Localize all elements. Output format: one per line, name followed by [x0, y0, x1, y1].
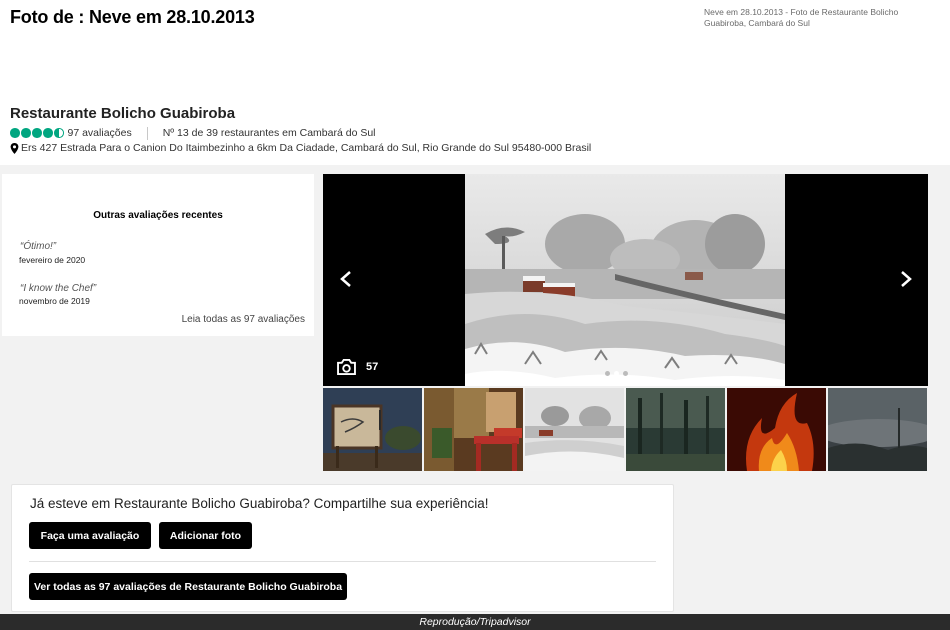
image-credit: Reprodução/Tripadvisor [0, 614, 950, 630]
rating-bubble-icon [21, 128, 31, 138]
share-heading: Já esteve em Restaurante Bolicho Guabiro… [30, 496, 489, 511]
write-review-button[interactable]: Faça uma avaliação [29, 522, 151, 549]
thumbnail-snow[interactable] [525, 388, 624, 471]
separator [146, 126, 148, 140]
rating-bubble-icon [32, 128, 42, 138]
thumbnail-strip [323, 388, 928, 471]
thumbnail-sign[interactable] [323, 388, 422, 471]
page-title: Foto de : Neve em 28.10.2013 [10, 7, 255, 27]
rating-bubbles [10, 128, 64, 138]
review-date: fevereiro de 2020 [19, 255, 86, 265]
rating-bubble-icon [10, 128, 20, 138]
review-date: novembro de 2019 [19, 296, 90, 306]
restaurant-name[interactable]: Restaurante Bolicho Guabiroba [10, 105, 235, 122]
see-all-reviews-button[interactable]: Ver todas as 97 avaliações de Restaurant… [29, 573, 347, 600]
carousel-dot-active[interactable] [614, 371, 619, 376]
photo-viewer: 57 [323, 174, 928, 386]
carousel-dot[interactable] [623, 371, 628, 376]
thumbnail-mist[interactable] [828, 388, 927, 471]
review-quote[interactable]: “Ótimo!” [20, 241, 56, 252]
rating-bubble-icon [43, 128, 53, 138]
add-photo-button[interactable]: Adicionar foto [159, 522, 252, 549]
main-photo[interactable] [465, 174, 785, 386]
read-all-reviews-link[interactable]: Leia todas as 97 avaliações [182, 314, 305, 325]
recent-reviews-heading: Outras avaliações recentes [93, 210, 223, 221]
thumbnail-fire[interactable] [727, 388, 826, 471]
share-experience-card: Já esteve em Restaurante Bolicho Guabiro… [11, 484, 674, 612]
photo-caption: Neve em 28.10.2013 - Foto de Restaurante… [704, 7, 899, 28]
chevron-left-icon[interactable] [339, 270, 353, 288]
rating-bubble-half-icon [54, 128, 64, 138]
review-quote[interactable]: “I know the Chef” [20, 283, 96, 294]
reviews-count-link[interactable]: 97 avaliações [68, 127, 132, 139]
map-pin-icon [10, 142, 19, 154]
photo-count-value: 57 [366, 361, 379, 373]
camera-icon [337, 359, 356, 375]
photo-count[interactable]: 57 [336, 359, 378, 375]
thumbnail-interior[interactable] [424, 388, 523, 471]
carousel-dots [605, 371, 628, 376]
carousel-dot[interactable] [605, 371, 610, 376]
address-row: Ers 427 Estrada Para o Canion Do Itaimbe… [10, 142, 591, 154]
rating-row: 97 avaliações Nº 13 de 39 restaurantes e… [10, 126, 376, 140]
header-area: Foto de : Neve em 28.10.2013 Neve em 28.… [0, 0, 950, 165]
divider [29, 561, 656, 562]
recent-reviews-card: Outras avaliações recentes “Ótimo!” feve… [2, 174, 314, 336]
address-text[interactable]: Ers 427 Estrada Para o Canion Do Itaimbe… [21, 142, 591, 154]
chevron-right-icon[interactable] [899, 270, 913, 288]
ranking-link[interactable]: Nº 13 de 39 restaurantes em Cambará do S… [163, 127, 376, 139]
thumbnail-forest[interactable] [626, 388, 725, 471]
